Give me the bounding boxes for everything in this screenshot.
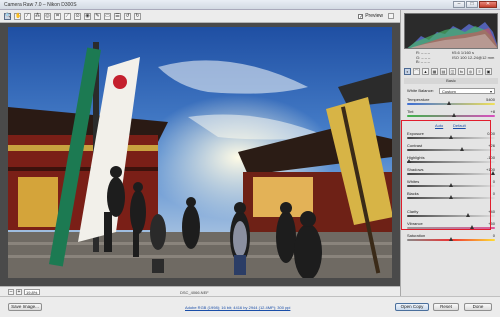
photo-image bbox=[8, 27, 392, 278]
tint-label: Tint bbox=[407, 109, 414, 114]
preview-toggle[interactable]: ✓ Preview bbox=[358, 13, 394, 19]
tab-split-toning[interactable]: ▤ bbox=[440, 68, 447, 75]
zoom-out-button[interactable]: – bbox=[8, 289, 14, 295]
tab-snapshots[interactable]: ▣ bbox=[485, 68, 492, 75]
tab-lens-corrections[interactable]: ◫ bbox=[449, 68, 456, 75]
rotate-cw-icon[interactable]: ↻ bbox=[134, 13, 141, 20]
zoom-level-select[interactable]: 19.8% bbox=[24, 289, 40, 295]
temperature-label: Temperature bbox=[407, 97, 430, 102]
status-bar: – + 19.8% DSC_4066.NEF bbox=[0, 286, 400, 296]
whites-value[interactable]: 0 bbox=[493, 179, 495, 184]
open-copy-button[interactable]: Open Copy bbox=[395, 303, 429, 311]
graduated-filter-icon[interactable]: ▭ bbox=[104, 13, 111, 20]
blacks-value[interactable]: 0 bbox=[493, 191, 495, 196]
adjustment-brush-icon[interactable]: ✎ bbox=[94, 13, 101, 20]
pixel-readout: R: – – – G: – – – B: – – – f/5.6 1/160 s… bbox=[404, 50, 498, 66]
saturation-thumb[interactable] bbox=[449, 237, 453, 241]
preview-label: Preview bbox=[365, 13, 383, 19]
tab-basic[interactable]: ◐ bbox=[404, 68, 411, 75]
tab-detail[interactable]: ▲ bbox=[422, 68, 429, 75]
temperature-row: Temperature 5400 bbox=[407, 97, 495, 109]
temperature-value[interactable]: 5400 bbox=[486, 97, 495, 102]
straighten-tool-icon[interactable]: ⟋ bbox=[64, 13, 71, 20]
tint-value[interactable]: +8 bbox=[490, 109, 495, 114]
saturation-label: Saturation bbox=[407, 233, 426, 238]
preview-checkbox[interactable]: ✓ bbox=[358, 13, 363, 19]
white-balance-select[interactable]: Custom ▾ bbox=[439, 88, 495, 94]
white-balance-tool-icon[interactable]: ⁄ bbox=[24, 13, 31, 20]
tab-tone-curve[interactable]: ⌒ bbox=[413, 68, 420, 75]
section-title: Basic bbox=[404, 78, 498, 84]
filename-label: DSC_4066.NEF bbox=[180, 290, 209, 295]
toolbar: 🔍 ✋ ⁄ ⁂ ◎ ⌗ ⟋ ⊙ ◉ ✎ ▭ ☰ ↺ ↻ ✓ Preview bbox=[0, 10, 400, 23]
tint-thumb[interactable] bbox=[452, 113, 456, 117]
zoom-tool-icon[interactable]: 🔍 bbox=[4, 13, 11, 20]
camera-info: f/5.6 1/160 s ISO 100 12-24@12 mm bbox=[452, 50, 495, 60]
rotate-ccw-icon[interactable]: ↺ bbox=[124, 13, 131, 20]
shadows-thumb[interactable] bbox=[491, 171, 495, 175]
close-button[interactable]: ✕ bbox=[479, 1, 497, 8]
footer-bar: Save Image... Adobe RGB (1998); 16 bit; … bbox=[0, 296, 500, 317]
tab-effects[interactable]: fx bbox=[458, 68, 465, 75]
tab-presets[interactable]: ≡ bbox=[476, 68, 483, 75]
maximize-button[interactable]: □ bbox=[466, 1, 478, 8]
iso-lens: ISO 100 12-24@12 mm bbox=[452, 54, 495, 60]
tool-list: 🔍 ✋ ⁄ ⁂ ◎ ⌗ ⟋ ⊙ ◉ ✎ ▭ ☰ ↺ ↻ bbox=[4, 13, 141, 20]
rgb-readout: R: – – – G: – – – B: – – – bbox=[416, 50, 430, 65]
color-sampler-tool-icon[interactable]: ⁂ bbox=[34, 13, 41, 20]
workflow-options-link[interactable]: Adobe RGB (1998); 16 bit; 4416 by 2944 (… bbox=[185, 305, 290, 310]
window-title: Camera Raw 7.0 – Nikon D300S bbox=[4, 2, 77, 8]
done-button[interactable]: Done bbox=[464, 303, 492, 311]
photo-preview[interactable] bbox=[8, 27, 392, 278]
reset-button[interactable]: Reset bbox=[433, 303, 459, 311]
title-bar: Camera Raw 7.0 – Nikon D300S – □ ✕ bbox=[0, 0, 500, 10]
highlight-box bbox=[401, 120, 491, 230]
fullscreen-icon[interactable] bbox=[388, 13, 394, 19]
panel-tabs: ◐ ⌒ ▲ ▦ ▤ ◫ fx ◎ ≡ ▣ bbox=[404, 67, 498, 76]
minimize-button[interactable]: – bbox=[453, 1, 465, 8]
saturation-value[interactable]: 0 bbox=[493, 233, 495, 238]
tab-camera-calibration[interactable]: ◎ bbox=[467, 68, 474, 75]
histogram bbox=[404, 13, 498, 49]
chevron-down-icon: ▾ bbox=[489, 89, 492, 94]
zoom-control: – + 19.8% bbox=[8, 289, 40, 295]
white-balance-row: White Balance: Custom ▾ bbox=[407, 88, 495, 96]
window-controls: – □ ✕ bbox=[453, 1, 497, 8]
hand-tool-icon[interactable]: ✋ bbox=[14, 13, 21, 20]
preferences-icon[interactable]: ☰ bbox=[114, 13, 121, 20]
targeted-adjustment-tool-icon[interactable]: ◎ bbox=[44, 13, 51, 20]
white-balance-value: Custom bbox=[442, 89, 456, 94]
white-balance-label: White Balance: bbox=[407, 88, 434, 93]
tint-slider[interactable] bbox=[407, 115, 495, 117]
temperature-thumb[interactable] bbox=[447, 101, 451, 105]
b-value: – – – bbox=[420, 59, 430, 65]
temperature-slider[interactable] bbox=[407, 103, 495, 105]
crop-tool-icon[interactable]: ⌗ bbox=[54, 13, 61, 20]
red-eye-tool-icon[interactable]: ◉ bbox=[84, 13, 91, 20]
tab-hsl[interactable]: ▦ bbox=[431, 68, 438, 75]
image-canvas bbox=[0, 23, 400, 286]
save-image-button[interactable]: Save Image... bbox=[8, 303, 42, 311]
saturation-row: Saturation 0 bbox=[407, 233, 495, 244]
b-label: B: bbox=[416, 59, 420, 65]
zoom-in-button[interactable]: + bbox=[16, 289, 22, 295]
spot-removal-tool-icon[interactable]: ⊙ bbox=[74, 13, 81, 20]
